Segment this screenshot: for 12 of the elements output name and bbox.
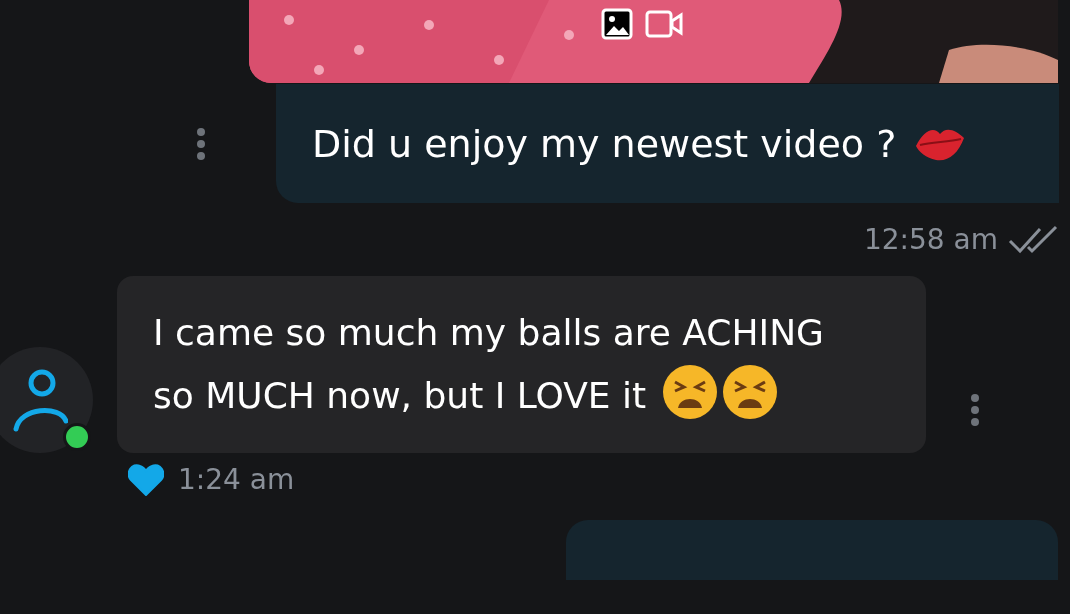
tired-face-icon <box>662 364 719 420</box>
video-icon <box>645 9 683 39</box>
more-icon[interactable] <box>970 392 980 427</box>
more-icon[interactable] <box>196 126 206 161</box>
message-text: Did u enjoy my newest video ? <box>312 121 897 166</box>
image-icon <box>601 8 633 40</box>
timestamp: 12:58 am <box>863 223 998 256</box>
tired-face-icon <box>722 364 779 420</box>
message-text: I came so much my balls are ACHING so MUCH now, but I LOVE it <box>117 276 926 453</box>
heart-icon[interactable] <box>128 463 164 496</box>
user-icon <box>12 367 68 433</box>
timestamp: 1:24 am <box>178 463 295 496</box>
